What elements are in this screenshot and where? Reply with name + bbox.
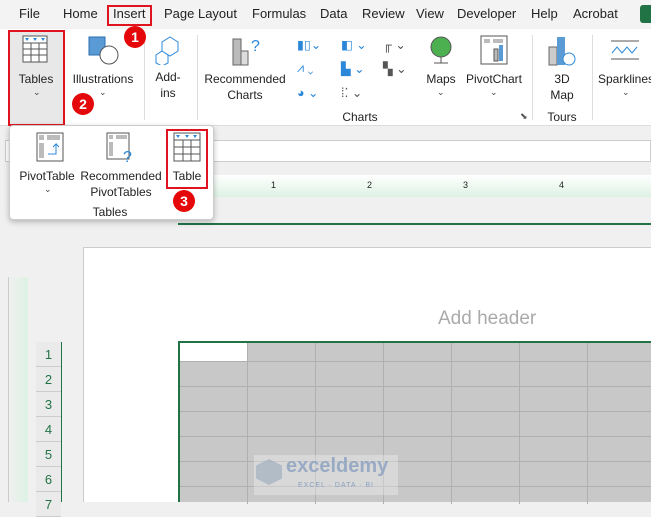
ribbon: Tables ⌄ Illustrations ⌄ Add- ins ? Reco… xyxy=(0,29,651,126)
menu-view[interactable]: View xyxy=(416,6,444,21)
chevron-down-icon: ⌄ xyxy=(622,87,630,97)
chevron-down-icon: ⌄ xyxy=(437,87,445,97)
pivotchart-button[interactable]: PivotChart ⌄ xyxy=(462,31,526,121)
group-label-charts: Charts xyxy=(342,110,378,124)
ruler-mark: 3 xyxy=(463,180,469,190)
exceldemy-logo-icon xyxy=(256,459,282,485)
vertical-ruler xyxy=(8,277,28,502)
highlight-insert xyxy=(107,5,152,26)
recommended-pivottables-button[interactable]: ? Recommended PivotTables xyxy=(78,130,164,199)
scatter-chart-icon[interactable]: ⁞⁚ ⌄ xyxy=(341,85,362,100)
pivotchart-icon xyxy=(480,35,508,65)
exceldemy-watermark: exceldemy EXCEL · DATA · BI xyxy=(254,455,398,495)
row-header[interactable]: 2 xyxy=(36,367,61,392)
waterfall-chart-icon[interactable]: ╓ ⌄ xyxy=(383,37,406,52)
pivottable-button[interactable]: PivotTable ⌄ xyxy=(14,130,80,198)
recommended-charts-label-2: Charts xyxy=(227,88,263,102)
chevron-down-icon: ⌄ xyxy=(490,87,498,97)
menu-formulas[interactable]: Formulas xyxy=(252,6,306,21)
line-chart-icon[interactable]: ⩘ ⌄ xyxy=(297,61,313,76)
addins-label: Add- xyxy=(155,70,181,84)
chevron-down-icon: ⌄ xyxy=(44,184,52,194)
svg-text:?: ? xyxy=(251,38,260,55)
chevron-down-icon: ⌄ xyxy=(99,87,107,97)
pivottable-icon xyxy=(36,132,64,162)
row-header[interactable]: 3 xyxy=(36,392,61,417)
3d-map-button[interactable]: 3D Map xyxy=(537,31,587,121)
statistic-chart-icon[interactable]: ▙ ⌄ xyxy=(341,61,365,76)
highlight-table xyxy=(166,129,208,189)
menu-bar: File Home Insert Page Layout Formulas Da… xyxy=(0,0,651,28)
excel-icon xyxy=(640,5,651,23)
menu-data[interactable]: Data xyxy=(320,6,347,21)
step-badge-3: 3 xyxy=(173,190,195,212)
step-badge-1: 1 xyxy=(124,26,146,48)
column-header-bar: A B C D E F G xyxy=(178,205,651,429)
pivotchart-label: PivotChart xyxy=(465,72,523,86)
add-header-placeholder[interactable]: Add header xyxy=(438,308,536,330)
ruler-mark: 1 xyxy=(271,180,277,190)
illustrations-label: Illustrations xyxy=(72,72,134,86)
3d-map-icon xyxy=(548,37,576,66)
menu-file[interactable]: File xyxy=(19,6,40,21)
selected-range[interactable]: exceldemy EXCEL · DATA · BI xyxy=(178,341,651,504)
sparklines-label: Sparklines xyxy=(597,72,651,86)
row-header[interactable]: 7 xyxy=(36,492,61,517)
horizontal-ruler: 1 2 3 4 xyxy=(178,175,651,197)
hierarchy-chart-icon[interactable]: ◧ ⌄ xyxy=(341,37,367,52)
group-label-tables: Tables xyxy=(92,205,128,219)
row-header[interactable]: 4 xyxy=(36,417,61,442)
addins-button[interactable]: Add- ins xyxy=(148,31,188,121)
group-label-tours: Tours xyxy=(547,110,577,124)
3d-map-label-2: Map xyxy=(550,88,574,102)
menu-page-layout[interactable]: Page Layout xyxy=(164,6,237,21)
addins-icon xyxy=(155,36,179,65)
menu-developer[interactable]: Developer xyxy=(457,6,516,21)
recommended-pivottables-icon: ? xyxy=(106,132,132,164)
row-header[interactable]: 1 xyxy=(36,342,61,367)
column-chart-icon[interactable]: ▮▯⌄ xyxy=(297,37,321,52)
maps-label: Maps xyxy=(426,72,456,86)
row-header[interactable]: 6 xyxy=(36,467,61,492)
watermark-text: exceldemy xyxy=(286,455,389,477)
menu-review[interactable]: Review xyxy=(362,6,405,21)
svg-text:?: ? xyxy=(123,149,132,164)
watermark-subtext: EXCEL · DATA · BI xyxy=(298,482,374,489)
menu-help[interactable]: Help xyxy=(531,6,558,21)
step-badge-2: 2 xyxy=(72,93,94,115)
ruler-mark: 4 xyxy=(559,180,565,190)
globe-icon xyxy=(430,36,452,64)
chart-type-gallery[interactable]: ▮▯⌄ ◧ ⌄ ╓ ⌄ ⩘ ⌄ ▙ ⌄ ▚ ⌄ ◕ ⌄ ⁞⁚ ⌄ xyxy=(297,37,417,113)
pie-chart-icon[interactable]: ◕ ⌄ xyxy=(297,85,319,100)
combo-chart-icon[interactable]: ▚ ⌄ xyxy=(383,61,407,76)
sparkline-icon xyxy=(611,40,639,60)
recommended-charts-icon: ? xyxy=(232,38,260,66)
menu-home[interactable]: Home xyxy=(63,6,98,21)
active-cell[interactable] xyxy=(180,343,247,361)
ruler-mark: 2 xyxy=(367,180,373,190)
maps-button[interactable]: Maps ⌄ xyxy=(422,31,460,121)
recommended-pivottables-label: Recommended xyxy=(80,169,162,183)
recommended-charts-label: Recommended xyxy=(204,72,286,86)
addins-label-2: ins xyxy=(160,86,176,100)
highlight-tables xyxy=(8,30,65,126)
pivottable-label: PivotTable xyxy=(19,169,75,183)
illustrations-icon xyxy=(88,36,119,65)
sparklines-button[interactable]: Sparklines ⌄ xyxy=(596,31,651,121)
menu-acrobat[interactable]: Acrobat xyxy=(573,6,618,21)
dialog-launcher-icon[interactable]: ⬊ xyxy=(520,111,528,122)
recommended-pivottables-label-2: PivotTables xyxy=(90,185,152,199)
3d-map-label: 3D xyxy=(554,72,570,86)
row-header[interactable]: 5 xyxy=(36,442,61,467)
recommended-charts-button[interactable]: ? Recommended Charts xyxy=(204,31,285,121)
